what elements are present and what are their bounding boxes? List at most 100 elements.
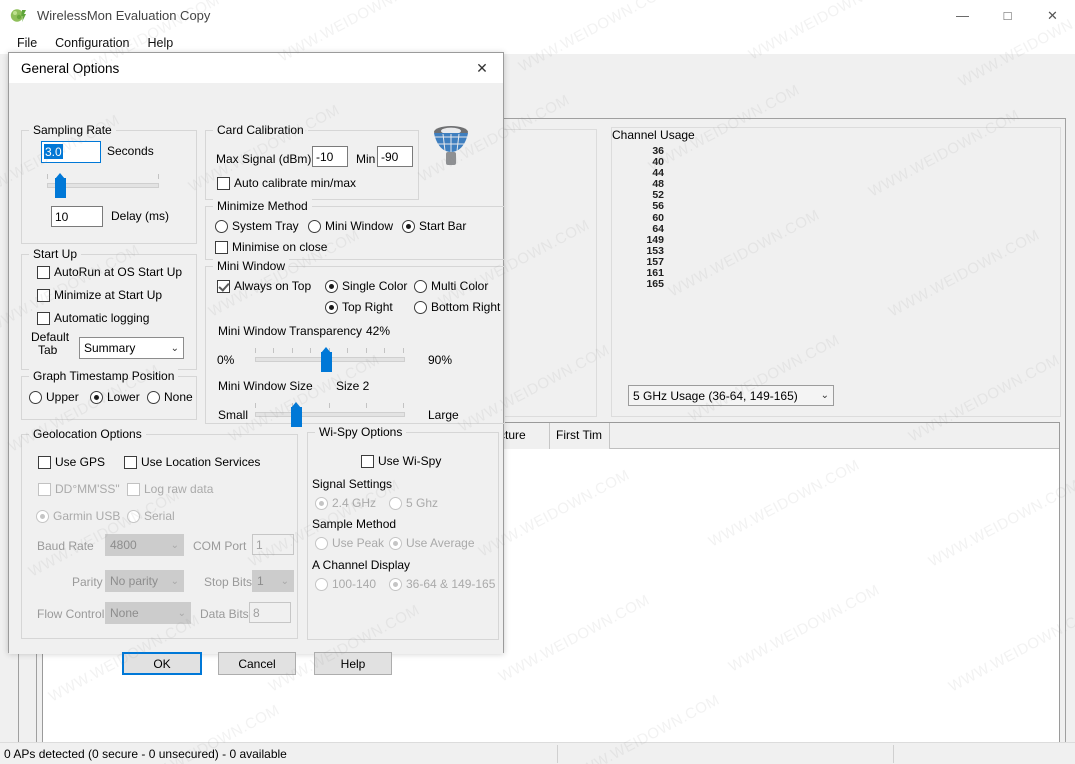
use-average-label: Use Average xyxy=(406,536,475,550)
stop-bits-combo[interactable]: 1 ⌄ xyxy=(252,570,294,592)
slider-thumb[interactable] xyxy=(291,402,302,427)
bottom-right-radio[interactable]: Bottom Right xyxy=(414,300,500,314)
timestamp-none-radio[interactable]: None xyxy=(147,390,193,404)
garmin-usb-radio[interactable]: Garmin USB xyxy=(36,509,120,523)
menu-help[interactable]: Help xyxy=(139,34,183,52)
data-bits-label: Data Bits xyxy=(200,607,249,621)
use-peak-label: Use Peak xyxy=(332,536,385,550)
channel-label: 165 xyxy=(646,278,664,291)
dialog-close-icon[interactable]: ✕ xyxy=(461,53,503,84)
help-button[interactable]: Help xyxy=(314,652,392,675)
channel-usage-band-combo[interactable]: 5 GHz Usage (36-64, 149-165) ⌄ xyxy=(628,385,834,406)
autorun-at-os-startup-checkbox[interactable]: AutoRun at OS Start Up xyxy=(37,265,182,279)
flow-control-combo[interactable]: None ⌄ xyxy=(105,602,191,624)
size-min-label: Small xyxy=(218,408,249,422)
menu-configuration[interactable]: Configuration xyxy=(46,34,138,52)
use-location-services-checkbox[interactable]: Use Location Services xyxy=(124,455,260,469)
data-bits-input[interactable] xyxy=(249,602,291,623)
min-signal-input[interactable] xyxy=(377,146,413,167)
radio-dot xyxy=(389,496,402,510)
antenna-dish-icon xyxy=(421,124,481,172)
graph-timestamp-legend: Graph Timestamp Position xyxy=(29,369,179,383)
mini-window-size-slider[interactable] xyxy=(255,402,405,427)
channel-100-140-radio[interactable]: 100-140 xyxy=(315,577,376,591)
channel-usage-group: Channel Usage 36 40 44 48 52 56 60 64 14… xyxy=(611,127,1061,417)
minimize-system-tray-radio[interactable]: System Tray xyxy=(215,219,299,233)
signal-settings-label: Signal Settings xyxy=(312,477,393,491)
ok-button[interactable]: OK xyxy=(122,652,202,675)
slider-thumb[interactable] xyxy=(55,173,66,198)
log-raw-data-checkbox[interactable]: Log raw data xyxy=(127,482,213,496)
radio-dot xyxy=(315,536,328,550)
bottom-right-label: Bottom Right xyxy=(431,300,501,314)
sampling-rate-legend: Sampling Rate xyxy=(29,123,116,137)
radio-dot xyxy=(325,300,338,314)
automatic-logging-checkbox[interactable]: Automatic logging xyxy=(37,311,149,325)
multi-color-radio[interactable]: Multi Color xyxy=(414,279,488,293)
timestamp-upper-radio[interactable]: Upper xyxy=(29,390,79,404)
always-on-top-checkbox[interactable]: Always on Top xyxy=(217,279,311,293)
transparency-max-label: 90% xyxy=(428,353,453,367)
maximize-button[interactable]: □ xyxy=(985,0,1030,32)
top-right-radio[interactable]: Top Right xyxy=(325,300,393,314)
column-header-first-time[interactable]: First Tim xyxy=(550,423,610,449)
delay-input[interactable] xyxy=(51,206,103,227)
channel-100-140-label: 100-140 xyxy=(332,577,377,591)
serial-radio[interactable]: Serial xyxy=(127,509,175,523)
cancel-label: Cancel xyxy=(238,656,276,671)
wispy-24ghz-label: 2.4 GHz xyxy=(332,496,377,510)
window-title: WirelessMon Evaluation Copy xyxy=(37,8,211,23)
radio-dot xyxy=(414,279,427,293)
sampling-seconds-input[interactable]: 3.0 xyxy=(41,141,101,163)
checkbox-box xyxy=(37,311,50,325)
checkbox-box xyxy=(38,455,51,469)
checkbox-box xyxy=(38,482,51,496)
com-port-input[interactable] xyxy=(252,534,294,555)
radio-dot xyxy=(389,577,402,591)
radio-dot xyxy=(308,219,321,233)
wispy-24ghz-radio[interactable]: 2.4 GHz xyxy=(315,496,376,510)
transparency-slider[interactable] xyxy=(255,347,405,372)
radio-dot xyxy=(36,509,49,523)
minimize-at-startup-checkbox[interactable]: Minimize at Start Up xyxy=(37,288,162,302)
chevron-down-icon: ⌄ xyxy=(177,607,186,619)
radio-dot xyxy=(315,496,328,510)
use-average-radio[interactable]: Use Average xyxy=(389,536,475,550)
minimize-mini-window-radio[interactable]: Mini Window xyxy=(308,219,393,233)
parity-value: No parity xyxy=(110,574,159,588)
ddmmss-checkbox[interactable]: DD°MM'SS" xyxy=(38,482,120,496)
auto-calibrate-checkbox[interactable]: Auto calibrate min/max xyxy=(217,176,356,190)
use-gps-checkbox[interactable]: Use GPS xyxy=(38,455,105,469)
chevron-down-icon: ⌄ xyxy=(820,390,829,401)
max-signal-label: Max Signal (dBm) xyxy=(216,152,312,166)
minimise-on-close-label: Minimise on close xyxy=(232,240,328,254)
single-color-radio[interactable]: Single Color xyxy=(325,279,407,293)
minimize-button[interactable]: — xyxy=(940,0,985,32)
close-button[interactable]: ✕ xyxy=(1030,0,1075,32)
chevron-down-icon: ⌄ xyxy=(280,575,289,587)
help-label: Help xyxy=(340,656,366,671)
slider-thumb[interactable] xyxy=(321,347,332,372)
sampling-rate-slider[interactable] xyxy=(47,173,159,198)
channel-36-64-149-165-radio[interactable]: 36-64 & 149-165 xyxy=(389,577,495,591)
wispy-5ghz-radio[interactable]: 5 Ghz xyxy=(389,496,438,510)
ok-label: OK xyxy=(153,656,171,671)
chevron-down-icon: ⌄ xyxy=(170,342,179,354)
menu-file[interactable]: File xyxy=(8,34,46,52)
minimize-start-bar-radio[interactable]: Start Bar xyxy=(402,219,466,233)
parity-combo[interactable]: No parity ⌄ xyxy=(105,570,184,592)
cancel-button[interactable]: Cancel xyxy=(218,652,296,675)
max-signal-input[interactable] xyxy=(312,146,348,167)
system-tray-label: System Tray xyxy=(232,219,299,233)
checkbox-box xyxy=(361,454,374,468)
baud-rate-combo[interactable]: 4800 ⌄ xyxy=(105,534,184,556)
sampling-seconds-value: 3.0 xyxy=(44,144,63,159)
timestamp-lower-radio[interactable]: Lower xyxy=(90,390,140,404)
minimise-on-close-checkbox[interactable]: Minimise on close xyxy=(215,240,327,254)
autorun-label: AutoRun at OS Start Up xyxy=(54,265,183,279)
use-peak-radio[interactable]: Use Peak xyxy=(315,536,384,550)
flow-control-label: Flow Control xyxy=(37,607,105,621)
card-calibration-legend: Card Calibration xyxy=(213,123,308,137)
default-tab-combo[interactable]: Summary ⌄ xyxy=(79,337,184,359)
use-wispy-checkbox[interactable]: Use Wi-Spy xyxy=(361,454,441,468)
